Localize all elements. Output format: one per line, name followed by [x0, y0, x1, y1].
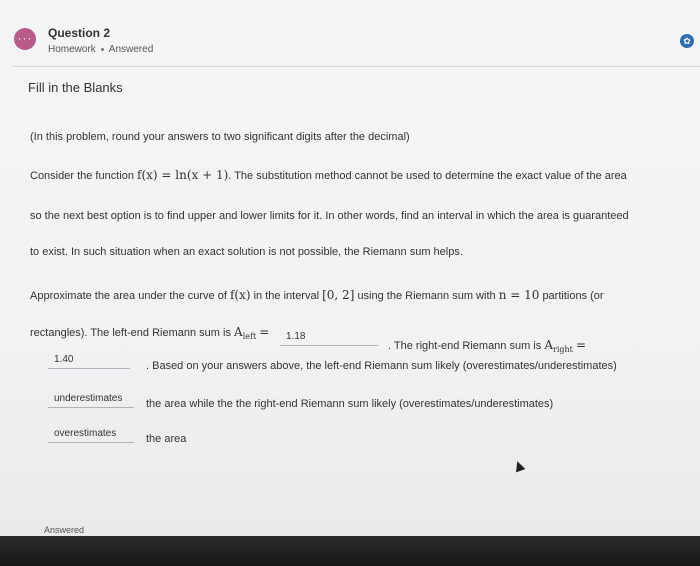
line4-text-a: Approximate the area under the curve of	[30, 290, 227, 302]
bottom-bar	[0, 536, 700, 566]
instruction-text: (In this problem, round your answers to …	[30, 131, 410, 143]
footer-status: Answered	[44, 525, 85, 535]
a-right-label: Aright	[544, 338, 573, 354]
problem-line-5-left: rectangles). The left-end Riemann sum is…	[30, 325, 269, 341]
function-fx: f(x)	[229, 288, 251, 302]
line5-text-a: rectangles). The left-end Riemann sum is	[30, 327, 231, 339]
separator-dot	[100, 47, 104, 51]
equals-sign: =	[259, 325, 270, 339]
page: ··· Question 2 Homework Answered ✿ Fill i…	[0, 0, 700, 566]
equals-sign-right: =	[575, 338, 586, 352]
line1-text-a: Consider the function	[30, 170, 134, 182]
question-title: Question 2	[48, 26, 111, 40]
problem-line-7: the area while the the right-end Riemann…	[146, 398, 554, 410]
question-meta: Homework Answered	[48, 44, 153, 55]
problem-line-6: . Based on your answers above, the left-…	[146, 360, 617, 372]
problem-line-3: to exist. In such situation when an exac…	[30, 246, 463, 258]
mouse-cursor-icon	[512, 459, 526, 473]
problem-line-1: Consider the function f(x) = ln(x + 1). …	[30, 168, 627, 182]
ellipsis-icon[interactable]: ···	[14, 28, 36, 50]
header-divider	[12, 66, 700, 67]
function-expression: f(x) = ln(x + 1)	[137, 168, 229, 182]
a-left-label: Aleft	[234, 325, 257, 341]
partition-count: n = 10	[498, 288, 540, 302]
left-estimate-input[interactable]: underestimates	[48, 393, 134, 408]
settings-icon[interactable]: ✿	[680, 34, 694, 48]
section-title: Fill in the Blanks	[28, 80, 123, 95]
interval-expression: [0, 2]	[322, 288, 355, 302]
line4-text-b: in the interval	[253, 290, 320, 302]
question-type: Homework	[48, 44, 96, 55]
problem-line-2: so the next best option is to find upper…	[30, 210, 629, 222]
problem-line-8: the area	[146, 433, 187, 445]
line1-text-b: . The substitution method cannot be used…	[228, 170, 627, 182]
line4-text-c: using the Riemann sum with	[357, 290, 496, 302]
right-estimate-input[interactable]: overestimates	[48, 428, 134, 443]
problem-line-4: Approximate the area under the curve of …	[30, 288, 604, 302]
left-sum-input[interactable]: 1.18	[280, 331, 378, 346]
question-header: ··· Question 2 Homework Answered ✿	[0, 0, 700, 70]
line5-text-b: . The right-end Riemann sum is	[388, 340, 542, 352]
line4-text-d: partitions (or	[542, 290, 604, 302]
problem-line-5-right: . The right-end Riemann sum is Aright =	[388, 338, 586, 354]
question-status: Answered	[108, 44, 154, 55]
right-sum-input[interactable]: 1.40	[48, 354, 130, 369]
